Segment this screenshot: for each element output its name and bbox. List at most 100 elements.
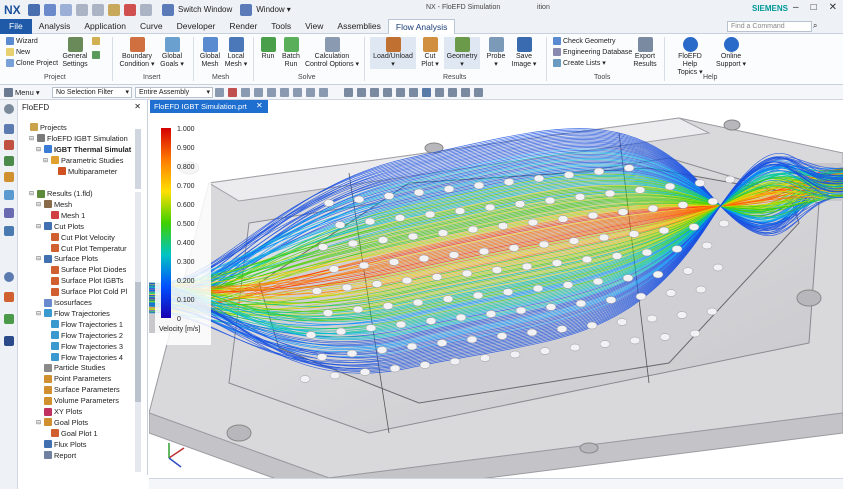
undo-icon[interactable] xyxy=(44,3,56,16)
close-icon[interactable]: ✕ xyxy=(829,2,837,13)
process-studio-icon[interactable] xyxy=(4,292,14,302)
tree-item[interactable]: Point Parameters xyxy=(36,374,111,384)
history-icon[interactable] xyxy=(4,272,14,282)
graphics-viewport[interactable]: 1.000 0.900 0.800 0.700 0.600 0.500 0.400 0.300… xyxy=(149,113,843,478)
tree-item[interactable]: Surface Parameters xyxy=(36,385,120,395)
new-button[interactable]: New xyxy=(6,48,30,56)
point-icon[interactable] xyxy=(254,87,263,97)
local-mesh-button[interactable]: Local Mesh ▾ xyxy=(224,37,248,69)
reuse-library-icon[interactable] xyxy=(4,190,14,200)
cut-icon[interactable] xyxy=(76,3,88,16)
view-icon[interactable] xyxy=(344,87,353,97)
tree-item[interactable]: Goal Plot 1 xyxy=(43,428,98,438)
expand-toggle-icon[interactable]: ⊟ xyxy=(36,146,42,153)
tree-item[interactable]: Cut Plot Velocity xyxy=(43,232,115,242)
geometry-button[interactable]: Geometry ▾ xyxy=(444,37,480,69)
close-icon[interactable]: ✕ xyxy=(134,102,141,111)
selection-filter-select[interactable]: No Selection Filter xyxy=(52,86,132,98)
menu-button[interactable]: Menu ▾ xyxy=(15,88,49,97)
clone-project-button[interactable]: Clone Project xyxy=(6,59,58,67)
arc-icon[interactable] xyxy=(293,87,302,97)
tree-item[interactable]: Mesh 1 xyxy=(43,210,85,220)
select-icon[interactable] xyxy=(215,87,224,97)
save-icon[interactable] xyxy=(28,3,40,16)
calculation-control-button[interactable]: Calculation Control Options ▾ xyxy=(304,37,360,69)
export-results-button[interactable]: Export Results xyxy=(630,37,660,69)
layer-icon[interactable] xyxy=(435,87,444,97)
online-support-button[interactable]: Online Support ▾ xyxy=(714,37,748,69)
expand-toggle-icon[interactable]: ⊟ xyxy=(36,310,42,317)
search-icon[interactable]: ⌕ xyxy=(813,21,817,31)
expand-toggle-icon[interactable]: ⊟ xyxy=(36,419,42,426)
rotate-icon[interactable] xyxy=(370,87,379,97)
redo-icon[interactable] xyxy=(60,3,72,16)
expand-toggle-icon[interactable]: ⊟ xyxy=(36,223,42,230)
system-materials-icon[interactable] xyxy=(4,336,14,346)
tab-developer[interactable]: Developer xyxy=(170,19,223,34)
tree-item[interactable]: Surface Plot Cold Pl xyxy=(43,287,127,297)
tree-item[interactable]: Surface Plot Diodes xyxy=(43,265,126,275)
maximize-icon[interactable]: □ xyxy=(811,2,817,13)
expand-toggle-icon[interactable]: ⊟ xyxy=(36,255,42,262)
vertex-icon[interactable] xyxy=(306,87,315,97)
save-image-button[interactable]: Save Image ▾ xyxy=(510,37,538,69)
line-icon[interactable] xyxy=(267,87,276,97)
tree-item[interactable]: XY Plots xyxy=(36,407,82,417)
assembly-scope-select[interactable]: Entire Assembly xyxy=(135,86,213,98)
help-topics-button[interactable]: FloEFD Help Topics ▾ xyxy=(670,37,710,77)
tree-item[interactable]: Cut Plot Temperatur xyxy=(43,243,127,253)
tree-item[interactable]: Flow Trajectories 1 xyxy=(43,319,123,329)
settings-small-icon-2[interactable] xyxy=(92,51,100,59)
boundary-condition-button[interactable]: Boundary Condition ▾ xyxy=(118,37,156,69)
web-browser-icon[interactable] xyxy=(4,226,14,236)
camera-icon[interactable] xyxy=(448,87,457,97)
copy-icon[interactable] xyxy=(92,3,104,16)
tree-item[interactable]: Surface Plot IGBTs xyxy=(43,276,123,286)
load-unload-button[interactable]: Load/Unload ▾ xyxy=(370,37,416,69)
simulation-scene[interactable] xyxy=(149,113,843,478)
tree-item[interactable]: ⊟ Goal Plots xyxy=(36,417,88,427)
visibility-icon[interactable] xyxy=(461,87,470,97)
tree-item[interactable]: Volume Parameters xyxy=(36,396,119,406)
general-settings-button[interactable]: General Settings xyxy=(62,37,88,69)
tree-item[interactable]: Multiparameter xyxy=(50,166,117,176)
tree-item[interactable]: Flow Trajectories 4 xyxy=(43,352,123,362)
expand-toggle-icon[interactable]: ⊟ xyxy=(29,135,35,142)
scrollbar-upper[interactable] xyxy=(135,129,141,189)
command-search-input[interactable]: Find a Command xyxy=(727,21,812,32)
assembly-navigator-icon[interactable] xyxy=(4,140,14,150)
repeat-icon[interactable] xyxy=(140,3,152,16)
tree-item[interactable]: ⊟ Flow Trajectories xyxy=(36,308,110,318)
pan-icon[interactable] xyxy=(383,87,392,97)
tab-tools[interactable]: Tools xyxy=(264,19,298,34)
paste-icon[interactable] xyxy=(108,3,120,16)
tab-render[interactable]: Render xyxy=(222,19,264,34)
floefd-navigator-icon[interactable] xyxy=(4,172,14,182)
expand-toggle-icon[interactable]: ⊟ xyxy=(36,201,42,208)
tree-item[interactable]: Particle Studies xyxy=(36,363,105,373)
tree-item[interactable]: ⊟ Cut Plots xyxy=(36,221,84,231)
expand-toggle-icon[interactable]: ⊟ xyxy=(43,157,49,164)
create-lists-button[interactable]: Create Lists ▾ xyxy=(553,59,606,67)
constraint-navigator-icon[interactable] xyxy=(4,156,14,166)
snap-icon[interactable] xyxy=(241,87,250,97)
fit-icon[interactable] xyxy=(357,87,366,97)
window-menu[interactable]: Window ▾ xyxy=(238,3,291,16)
section-icon[interactable] xyxy=(474,87,483,97)
hd3d-tools-icon[interactable] xyxy=(4,208,14,218)
cut-plot-button[interactable]: Cut Plot ▾ xyxy=(420,37,440,69)
tab-part-file[interactable]: FloEFD IGBT Simulation.prt xyxy=(150,100,268,113)
tree-item[interactable]: ⊟ Surface Plots xyxy=(36,254,98,264)
tree-item[interactable]: ⊟ Results (1.fld) xyxy=(29,189,93,199)
tab-analysis[interactable]: Analysis xyxy=(32,19,78,34)
roles-icon[interactable] xyxy=(4,314,14,324)
part-navigator-icon[interactable] xyxy=(4,124,14,134)
tab-curve[interactable]: Curve xyxy=(133,19,170,34)
tree-item[interactable]: ⊟ Mesh xyxy=(36,199,72,209)
scrollbar-lower[interactable] xyxy=(135,192,141,472)
run-button[interactable]: Run xyxy=(258,37,278,61)
switch-window-button[interactable]: Switch Window xyxy=(160,3,232,16)
delete-icon[interactable] xyxy=(124,3,136,16)
tab-application[interactable]: Application xyxy=(77,19,133,34)
tab-flow-analysis[interactable]: Flow Analysis xyxy=(387,18,456,34)
